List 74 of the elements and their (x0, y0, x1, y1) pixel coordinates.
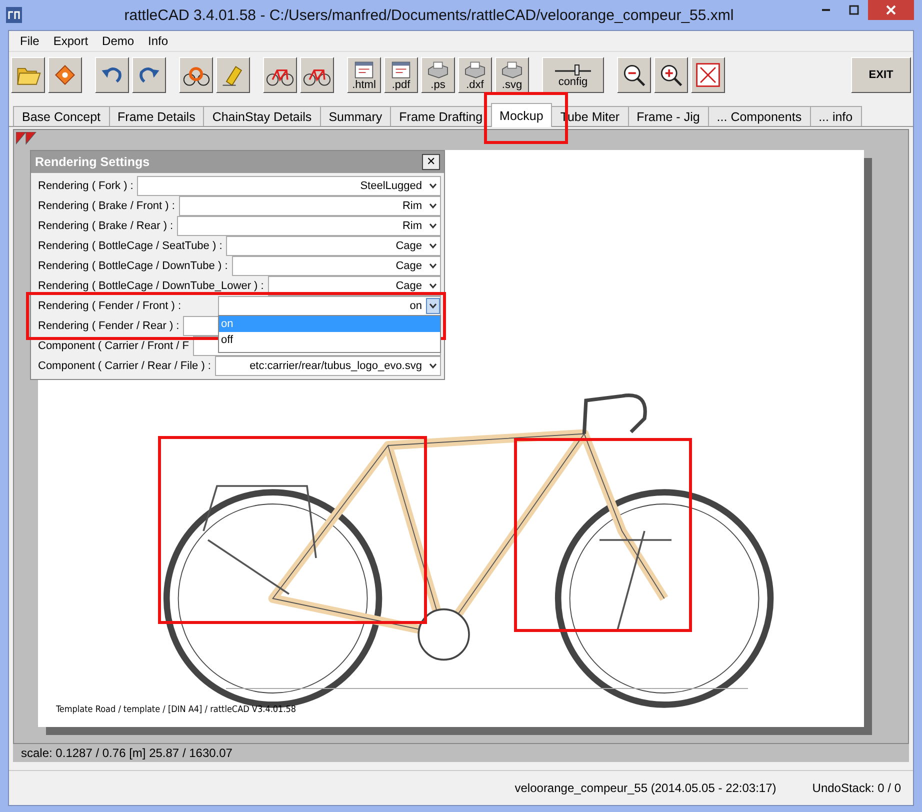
caret-icon (429, 263, 437, 269)
printer-tool-button[interactable]: .ps (421, 57, 455, 93)
printer-icon (499, 60, 525, 80)
setting-dropdown[interactable]: Cage (232, 256, 441, 276)
caret-icon (429, 203, 437, 209)
zoom-out-tool-button[interactable] (617, 57, 651, 93)
menu-item[interactable]: Export (46, 34, 96, 48)
config-tool-button[interactable]: config (542, 57, 604, 93)
printer-icon (425, 60, 451, 80)
printer-icon (462, 60, 488, 80)
setting-label: Rendering ( Brake / Rear ) : (37, 220, 174, 232)
setting-label: Rendering ( BottleCage / DownTube_Lower ) : (37, 280, 264, 292)
tab[interactable]: ... info (810, 106, 862, 126)
printer-tool-button[interactable]: .dxf (458, 57, 492, 93)
setting-label: Component ( Carrier / Rear / File ) : (37, 360, 211, 372)
window-title: rattleCAD 3.4.01.58 - C:/Users/manfred/Documents/rattleCAD/veloorange_compeur_55.xml (123, 6, 735, 24)
dialog-title: Rendering Settings (35, 155, 150, 169)
undo-tool-button[interactable] (95, 57, 129, 93)
close-button[interactable] (868, 0, 914, 20)
maximize-icon (849, 5, 859, 15)
tab[interactable]: Frame - Jig (628, 106, 709, 126)
scale-readout: scale: 0.1287 / 0.76 [m] 25.87 / 1630.07 (21, 746, 232, 760)
tab[interactable]: ... Components (708, 106, 811, 126)
setting-dropdown[interactable]: Rim (178, 196, 441, 216)
tab[interactable]: Frame Drafting (390, 106, 492, 126)
redo-tool-button[interactable] (132, 57, 166, 93)
exit-button[interactable]: EXIT (851, 57, 911, 93)
app-icon (6, 7, 22, 23)
setting-label: Rendering ( BottleCage / DownTube ) : (37, 260, 228, 272)
setting-dropdown[interactable]: on (218, 296, 441, 316)
setting-label: Rendering ( Fender / Rear ) : (37, 320, 180, 332)
caret-icon (429, 303, 437, 309)
tab[interactable]: Frame Details (108, 106, 204, 126)
setting-dropdown[interactable]: Cage (226, 236, 441, 256)
setting-label: Component ( Carrier / Front / F (37, 340, 189, 352)
bike-gear-tool-button[interactable] (179, 57, 213, 93)
caret-icon (429, 283, 437, 289)
bike-tool-button[interactable] (300, 57, 334, 93)
close-icon (886, 5, 896, 15)
setting-dropdown[interactable]: SteelLugged (137, 176, 441, 196)
setting-label: Rendering ( BottleCage / SeatTube ) : (37, 240, 222, 252)
menu-item[interactable]: Info (141, 34, 176, 48)
disk-tool-button[interactable] (48, 57, 82, 93)
pen-tool-button[interactable] (216, 57, 250, 93)
setting-label: Rendering ( Brake / Front ) : (37, 200, 175, 212)
printer-tool-button[interactable]: .svg (495, 57, 529, 93)
setting-label: Rendering ( Fender / Front ) : (37, 300, 182, 312)
doc-tool-button[interactable]: .pdf (384, 57, 418, 93)
setting-dropdown[interactable]: etc:carrier/rear/tubus_logo_evo.svg (215, 356, 441, 376)
tab[interactable]: Summary (320, 106, 392, 126)
bike-tool-button[interactable] (263, 57, 297, 93)
caret-icon (429, 223, 437, 229)
folder-tool-button[interactable] (11, 57, 45, 93)
fit-tool-button[interactable] (691, 57, 725, 93)
menu-item[interactable]: Demo (95, 34, 142, 48)
caret-icon (429, 243, 437, 249)
dropdown-option[interactable]: off (219, 332, 440, 348)
menu-item[interactable]: File (13, 34, 46, 48)
sheet-caption: Template Road / template / [DIN A4] / rattleCAD V3.4.01.58 (56, 705, 296, 715)
slider-icon (553, 62, 593, 76)
doc-tool-button[interactable]: .html (347, 57, 381, 93)
minimize-icon (822, 9, 830, 11)
status-undo: UndoStack: 0 / 0 (812, 781, 901, 795)
setting-dropdown[interactable]: Rim (177, 216, 441, 236)
zoom-in-tool-button[interactable] (654, 57, 688, 93)
setting-label: Rendering ( Fork ) : (37, 180, 134, 192)
tab[interactable]: Mockup (490, 103, 552, 127)
caret-icon (429, 183, 437, 189)
tab[interactable]: Base Concept (13, 106, 110, 126)
status-file: veloorange_compeur_55 (2014.05.05 - 22:03:17) (514, 781, 776, 795)
caret-icon (429, 363, 437, 369)
expand-icon (694, 61, 722, 89)
tab[interactable]: ChainStay Details (203, 106, 321, 126)
dialog-close-button[interactable]: ✕ (422, 154, 440, 170)
